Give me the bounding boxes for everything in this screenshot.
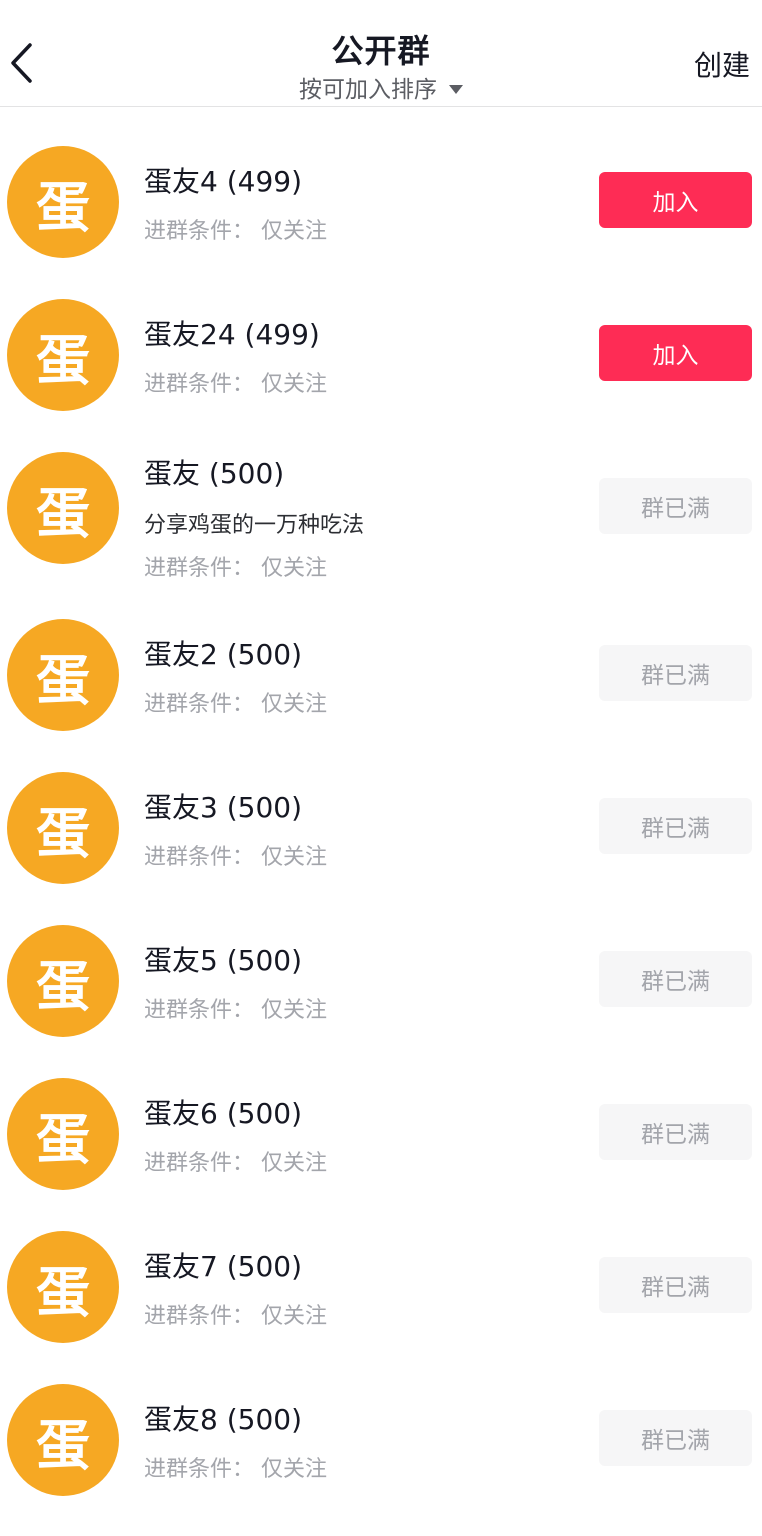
- join-condition: 进群条件： 仅关注: [144, 1304, 327, 1329]
- group-full-button[interactable]: 群已满: [599, 1257, 752, 1313]
- join-condition: 进群条件： 仅关注: [144, 1151, 327, 1176]
- group-avatar: 蛋: [7, 619, 119, 731]
- top-nav-bar: 公开群 按可加入排序 创建: [0, 0, 762, 107]
- group-name: 蛋友6 (500): [144, 1097, 303, 1130]
- group-name: 蛋友4 (499): [144, 165, 303, 198]
- group-name: 蛋友7 (500): [144, 1250, 303, 1283]
- group-name: 蛋友24 (499): [144, 318, 320, 351]
- sort-label: 按可加入排序: [299, 77, 437, 103]
- join-condition: 进群条件： 仅关注: [144, 372, 327, 397]
- group-avatar: 蛋: [7, 925, 119, 1037]
- join-condition: 进群条件： 仅关注: [144, 998, 327, 1023]
- group-full-button[interactable]: 群已满: [599, 1410, 752, 1466]
- join-condition: 进群条件： 仅关注: [144, 219, 327, 244]
- group-name: 蛋友 (500): [144, 457, 285, 490]
- create-button[interactable]: 创建: [694, 44, 750, 84]
- group-full-button[interactable]: 群已满: [599, 645, 752, 701]
- join-group-button[interactable]: 加入: [599, 325, 752, 381]
- group-full-button[interactable]: 群已满: [599, 798, 752, 854]
- group-full-button[interactable]: 群已满: [599, 1104, 752, 1160]
- join-condition: 进群条件： 仅关注: [144, 692, 327, 717]
- group-avatar: 蛋: [7, 772, 119, 884]
- group-name: 蛋友2 (500): [144, 638, 303, 671]
- group-avatar: 蛋: [7, 452, 119, 564]
- group-avatar: 蛋: [7, 299, 119, 411]
- group-full-button[interactable]: 群已满: [599, 951, 752, 1007]
- group-full-button[interactable]: 群已满: [599, 478, 752, 534]
- group-name: 蛋友3 (500): [144, 791, 303, 824]
- group-avatar: 蛋: [7, 1384, 119, 1496]
- group-name: 蛋友8 (500): [144, 1403, 303, 1436]
- join-condition: 进群条件： 仅关注: [144, 845, 327, 870]
- page-title: 公开群: [331, 32, 431, 70]
- join-condition: 进群条件： 仅关注: [144, 556, 327, 581]
- sort-selector[interactable]: 按可加入排序: [0, 70, 762, 104]
- group-avatar: 蛋: [7, 146, 119, 258]
- group-description: 分享鸡蛋的一万种吃法: [144, 513, 365, 538]
- join-group-button[interactable]: 加入: [599, 172, 752, 228]
- group-avatar: 蛋: [7, 1078, 119, 1190]
- join-condition: 进群条件： 仅关注: [144, 1457, 327, 1482]
- group-name: 蛋友5 (500): [144, 944, 303, 977]
- caret-down-icon: [449, 84, 463, 94]
- group-avatar: 蛋: [7, 1231, 119, 1343]
